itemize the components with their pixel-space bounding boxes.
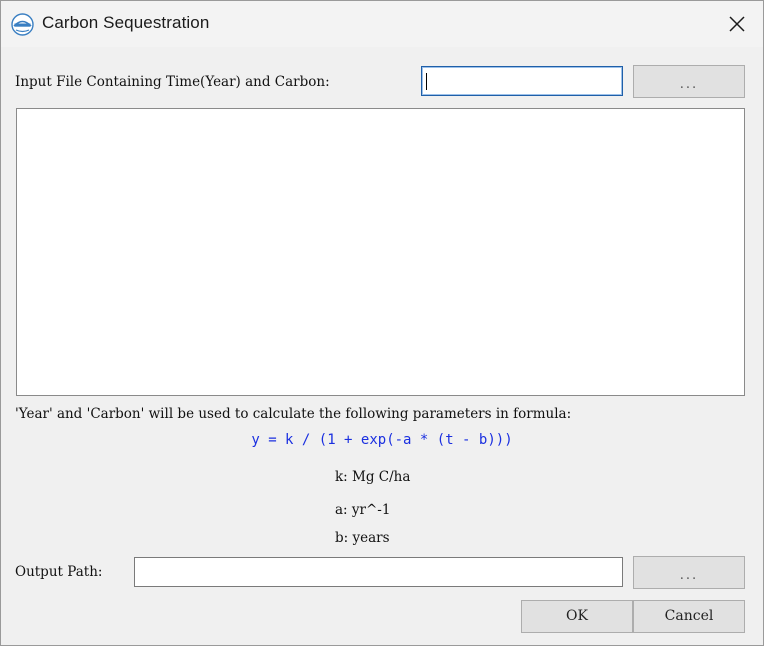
close-button[interactable]: [717, 7, 757, 41]
output-path-field[interactable]: [134, 557, 623, 587]
param-k-name: k:: [335, 469, 348, 485]
param-a-unit: yr^-1: [351, 502, 391, 518]
input-preview-list[interactable]: [16, 108, 745, 396]
formula-text: y = k / (1 + exp(-a * (t - b))): [251, 432, 513, 448]
output-path-label: Output Path:: [15, 564, 103, 580]
title-bar: Carbon Sequestration: [1, 1, 763, 47]
ok-button[interactable]: OK: [521, 600, 633, 633]
output-path-browse-button[interactable]: ...: [633, 556, 745, 589]
param-a-name: a:: [335, 502, 348, 518]
param-k-unit: Mg C/ha: [352, 469, 411, 485]
param-b: b: years: [335, 530, 390, 546]
window-title: Carbon Sequestration: [42, 13, 210, 32]
input-file-label: Input File Containing Time(Year) and Car…: [15, 74, 330, 90]
description-text: 'Year' and 'Carbon' will be used to calc…: [15, 406, 572, 422]
param-k: k: Mg C/ha: [335, 469, 410, 485]
close-icon: [729, 16, 745, 32]
app-logo-icon: [11, 13, 34, 36]
cancel-button[interactable]: Cancel: [633, 600, 745, 633]
input-file-browse-button[interactable]: ...: [633, 65, 745, 98]
param-a: a: yr^-1: [335, 502, 390, 518]
text-caret: [426, 73, 427, 90]
param-b-unit: years: [352, 530, 390, 546]
carbon-sequestration-dialog: Carbon Sequestration Input File Containi…: [0, 0, 764, 646]
input-file-field[interactable]: [421, 66, 623, 96]
param-b-name: b:: [335, 530, 349, 546]
